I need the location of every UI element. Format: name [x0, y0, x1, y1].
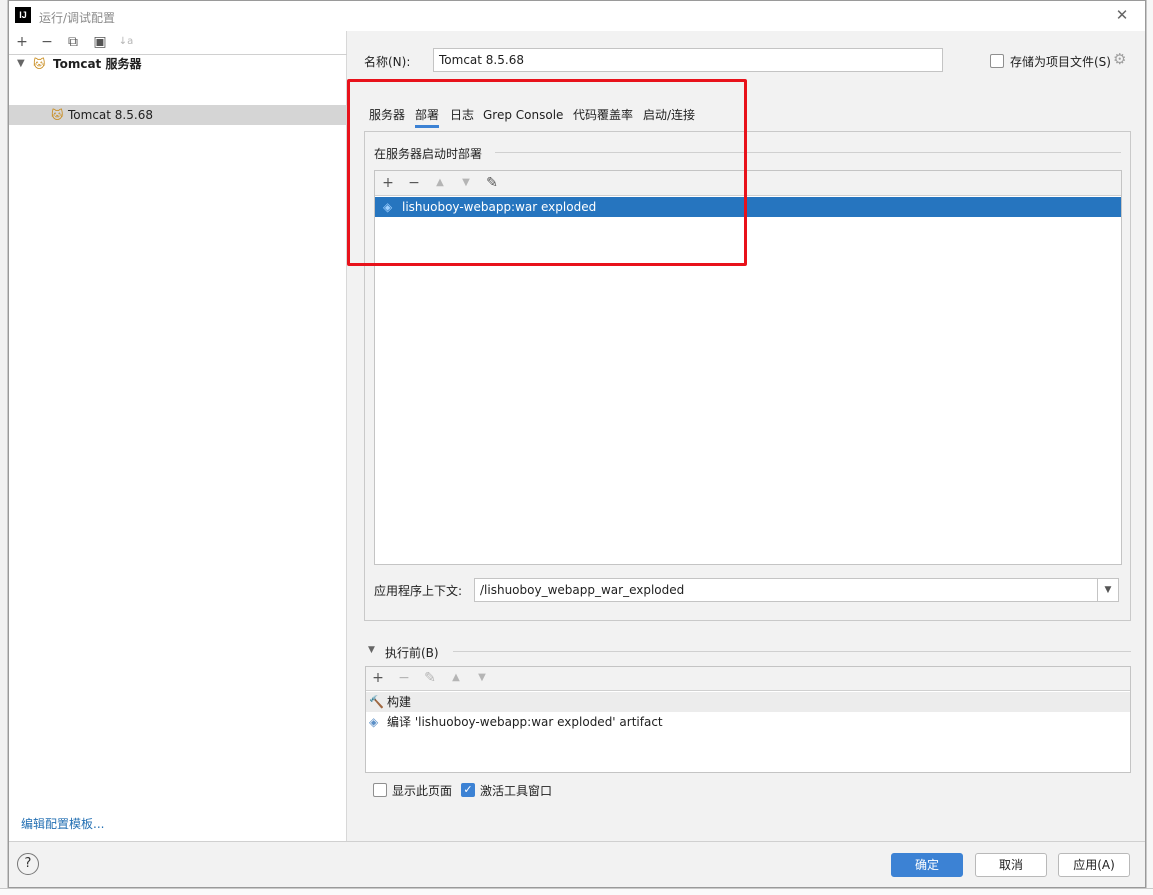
artifact-icon: ◈: [369, 715, 379, 729]
title-bar: IJ 运行/调试配置 ✕: [9, 1, 1145, 31]
move-to-folder-button[interactable]: ▣: [89, 31, 111, 53]
apply-button[interactable]: 应用(A): [1058, 853, 1130, 877]
tree-item-label: Tomcat 8.5.68: [68, 108, 153, 122]
copy-config-button[interactable]: ⧉: [62, 31, 84, 53]
store-as-project-file-checkbox[interactable]: [990, 54, 1004, 68]
show-page-checkbox[interactable]: [373, 783, 387, 797]
chevron-down-icon[interactable]: ▼: [17, 54, 25, 74]
hammer-icon: 🔨: [369, 695, 384, 709]
store-as-project-file-label: 存储为项目文件(S): [1010, 55, 1111, 69]
help-button[interactable]: ?: [17, 853, 39, 875]
intellij-logo-icon: IJ: [15, 7, 31, 23]
edit-task-icon[interactable]: ✎: [419, 667, 441, 689]
add-task-button[interactable]: +: [367, 667, 389, 689]
sort-button[interactable]: ↓a: [115, 31, 137, 53]
highlight-annotation-box: [347, 79, 747, 266]
task-label: 编译 'lishuoboy-webapp:war exploded' artif…: [387, 715, 663, 729]
add-config-button[interactable]: +: [11, 31, 33, 53]
context-label: 应用程序上下文:: [374, 584, 463, 598]
tree-node-tomcat[interactable]: ▼ 🐱 Tomcat 服务器: [15, 54, 345, 74]
name-label: 名称(N):: [364, 55, 411, 69]
edit-templates-link[interactable]: 编辑配置模板...: [21, 815, 104, 832]
dialog-title: 运行/调试配置: [39, 11, 116, 25]
background-console: [0, 888, 1153, 895]
activate-tool-window-checkbox[interactable]: ✓: [461, 783, 475, 797]
list-item-build-artifact[interactable]: ◈ 编译 'lishuoboy-webapp:war exploded' art…: [366, 712, 1130, 732]
section-divider: [453, 651, 1131, 652]
task-label: 构建: [387, 695, 412, 709]
before-launch-list: + − ✎ ▲ ▼ 🔨 构建 ◈ 编译 'lishuoboy-webapp:wa…: [365, 666, 1131, 773]
show-page-label: 显示此页面: [392, 784, 453, 798]
collapse-before-icon[interactable]: ▼: [368, 645, 375, 655]
background-editor-left: [0, 0, 8, 895]
move-down-icon[interactable]: ▼: [471, 667, 493, 689]
context-input[interactable]: /lishuoboy_webapp_war_exploded: [474, 578, 1119, 602]
footer-divider: [9, 841, 1145, 842]
ok-button[interactable]: 确定: [891, 853, 963, 877]
list-item-build[interactable]: 🔨 构建: [366, 692, 1130, 712]
tomcat-icon: 🐱: [51, 108, 64, 122]
gear-icon[interactable]: ⚙: [1113, 50, 1126, 68]
tomcat-icon: 🐱: [33, 57, 46, 71]
tree-group-label: Tomcat 服务器: [53, 57, 142, 71]
remove-config-button[interactable]: −: [36, 31, 58, 53]
run-config-dialog: IJ 运行/调试配置 ✕ + − ⧉ ▣ ↓a ▼ 🐱 Tomcat 服务器 🐱…: [8, 0, 1146, 888]
move-up-icon[interactable]: ▲: [445, 667, 467, 689]
activate-tool-window-label: 激活工具窗口: [480, 784, 553, 798]
config-tree-panel: + − ⧉ ▣ ↓a ▼ 🐱 Tomcat 服务器 🐱 Tomcat 8.5.6…: [9, 31, 347, 841]
chevron-down-icon[interactable]: ▼: [1097, 579, 1118, 601]
before-launch-toolbar: + − ✎ ▲ ▼: [366, 667, 1130, 691]
tree-item-tomcat-8568[interactable]: 🐱 Tomcat 8.5.68: [9, 105, 347, 125]
remove-task-button[interactable]: −: [393, 667, 415, 689]
before-launch-label: 执行前(B): [385, 646, 439, 660]
name-input[interactable]: Tomcat 8.5.68: [433, 48, 943, 72]
cancel-button[interactable]: 取消: [975, 853, 1047, 877]
background-editor-right: [1146, 0, 1153, 895]
close-icon[interactable]: ✕: [1113, 6, 1131, 24]
